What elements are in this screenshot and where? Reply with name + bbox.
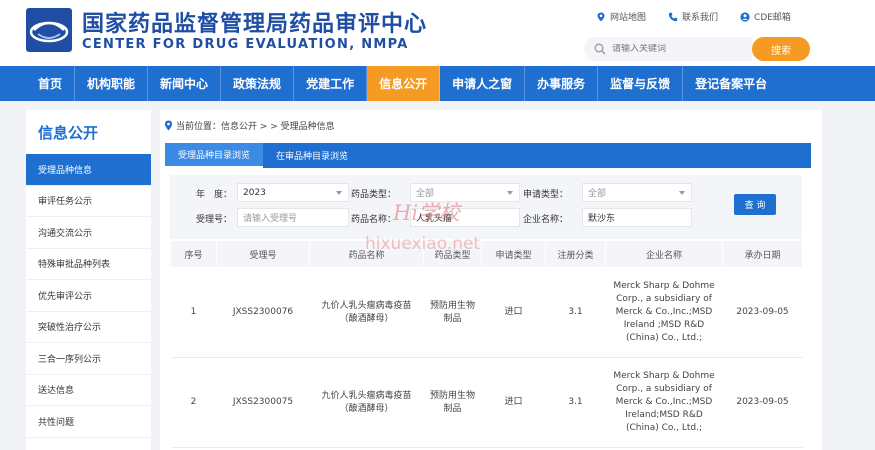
chevron-down-icon: [679, 191, 685, 195]
phone-icon: [668, 12, 678, 21]
table-row[interactable]: 2 JXSS2300075 九价人乳头瘤病毒疫苗（酿酒酵母） 预防用生物制品 进…: [170, 357, 803, 448]
sidebar-item-communication[interactable]: 沟通交流公示: [26, 217, 151, 249]
mail-link[interactable]: CDE邮箱: [740, 10, 791, 23]
col-header-index: 序号: [170, 240, 217, 268]
results-table: 序号 受理号 药品名称 药品类型 申请类型 注册分类 企业名称 承办日期 1 J…: [170, 240, 803, 448]
cell-date: 2023-09-05: [722, 267, 803, 358]
sitemap-link[interactable]: 网站地图: [596, 10, 646, 23]
cell-index: 2: [170, 357, 217, 448]
tab-under-review-catalog[interactable]: 在审品种目录浏览: [263, 143, 361, 168]
nav-item-feedback[interactable]: 监督与反馈: [598, 66, 684, 101]
drug-name-label: 药品名称：: [350, 215, 396, 225]
nav-item-party[interactable]: 党建工作: [294, 66, 368, 101]
site-header: 国家药品监督管理局药品审评中心 CENTER FOR DRUG EVALUATI…: [0, 0, 875, 66]
table-row[interactable]: 1 JXSS2300076 九价人乳头瘤病毒疫苗（酿酒酵母） 预防用生物制品 进…: [170, 267, 803, 358]
sidebar-item-review-tasks[interactable]: 审评任务公示: [26, 186, 151, 217]
site-title-en: CENTER FOR DRUG EVALUATION, NMPA: [82, 37, 409, 52]
company-input[interactable]: 默沙东: [582, 208, 692, 227]
table-header-row: 序号 受理号 药品名称 药品类型 申请类型 注册分类 企业名称 承办日期: [170, 240, 803, 268]
accept-no-label: 受理号：: [195, 215, 232, 225]
sidebar-item-common-issues[interactable]: 共性问题: [26, 406, 151, 438]
col-header-accept-no: 受理号: [216, 240, 310, 268]
query-button[interactable]: 查 询: [734, 194, 776, 215]
main-content: 当前位置：信息公开 > > 受理品种信息 受理品种目录浏览 在审品种目录浏览 年…: [160, 110, 822, 450]
cell-reg-class: 3.1: [545, 267, 606, 358]
breadcrumb: 当前位置：信息公开 > > 受理品种信息: [164, 119, 335, 132]
contact-link[interactable]: 联系我们: [668, 10, 718, 23]
tab-accepted-catalog[interactable]: 受理品种目录浏览: [165, 143, 264, 168]
sidebar-item-accepted-varieties[interactable]: 受理品种信息: [26, 154, 151, 186]
cell-accept-no: JXSS2300075: [216, 357, 310, 448]
sidebar: 信息公开 受理品种信息 审评任务公示 沟通交流公示 特殊审批品种列表 优先审评公…: [26, 110, 151, 450]
sidebar-item-three-in-one[interactable]: 三合一序列公示: [26, 343, 151, 375]
cell-apply-type: 进口: [481, 267, 546, 358]
nav-item-functions[interactable]: 机构职能: [75, 66, 149, 101]
sitemap-label: 网站地图: [610, 13, 647, 23]
cell-drug-type: 预防用生物制品: [423, 357, 482, 448]
cell-company: Merck Sharp & Dohme Corp., a subsidiary …: [605, 267, 723, 358]
contact-label: 联系我们: [682, 13, 719, 23]
cell-drug-name: 九价人乳头瘤病毒疫苗（酿酒酵母）: [309, 357, 424, 448]
sidebar-item-special-approval[interactable]: 特殊审批品种列表: [26, 249, 151, 280]
cell-date: 2023-09-05: [722, 357, 803, 448]
breadcrumb-text: 当前位置：信息公开 > > 受理品种信息: [176, 122, 335, 132]
sidebar-item-breakthrough[interactable]: 突破性治疗公示: [26, 312, 151, 343]
cell-reg-class: 3.1: [545, 357, 606, 448]
search-icon: [594, 43, 606, 55]
col-header-date: 承办日期: [722, 240, 803, 268]
col-header-reg-class: 注册分类: [545, 240, 606, 268]
accept-no-input[interactable]: 请输入受理号: [237, 208, 349, 227]
sidebar-title: 信息公开: [38, 123, 99, 142]
nav-item-applicant[interactable]: 申请人之窗: [440, 66, 526, 101]
watermark-url-text: hixuexiao.net: [365, 234, 481, 254]
year-value: 2023: [243, 187, 266, 198]
tab-bar: 受理品种目录浏览 在审品种目录浏览: [165, 143, 811, 168]
apply-type-select[interactable]: 全部: [582, 183, 692, 202]
top-links: 网站地图 联系我们 CDE邮箱: [596, 10, 813, 23]
year-label: 年 度：: [195, 190, 232, 200]
filter-panel: 年 度： 2023 药品类型： 全部 申请类型： 全部 受理号： 请输入受理号 …: [170, 175, 802, 239]
apply-type-value: 全部: [588, 189, 607, 199]
nav-item-news[interactable]: 新闻中心: [148, 66, 222, 101]
main-nav: 首页 机构职能 新闻中心 政策法规 党建工作 信息公开 申请人之窗 办事服务 监…: [0, 66, 875, 101]
col-header-company: 企业名称: [605, 240, 723, 268]
location-pin-icon: [597, 12, 605, 21]
watermark-logo-text: Hi学校: [393, 201, 461, 225]
apply-type-label: 申请类型：: [522, 190, 568, 200]
site-title-cn: 国家药品监督管理局药品审评中心: [82, 12, 428, 37]
year-select[interactable]: 2023: [237, 183, 349, 202]
col-header-apply-type: 申请类型: [481, 240, 546, 268]
sidebar-item-priority-review[interactable]: 优先审评公示: [26, 280, 151, 312]
user-icon: [740, 11, 750, 22]
nav-item-services[interactable]: 办事服务: [525, 66, 599, 101]
sidebar-item-delivery[interactable]: 送达信息: [26, 375, 151, 406]
company-label: 企业名称：: [522, 215, 568, 225]
drug-type-label: 药品类型：: [350, 190, 396, 200]
cell-company: Merck Sharp & Dohme Corp., a subsidiary …: [605, 357, 723, 448]
cell-accept-no: JXSS2300076: [216, 267, 310, 358]
search-button[interactable]: 搜索: [752, 37, 810, 61]
mail-label: CDE邮箱: [754, 13, 791, 23]
nmpa-logo-icon[interactable]: [26, 8, 72, 52]
cell-drug-type: 预防用生物制品: [423, 267, 482, 358]
nav-item-policy[interactable]: 政策法规: [221, 66, 295, 101]
cell-apply-type: 进口: [481, 357, 546, 448]
cell-index: 1: [170, 267, 217, 358]
search-box: [584, 37, 752, 61]
location-pin-icon: [164, 120, 173, 131]
search-input[interactable]: [612, 44, 742, 54]
nav-item-registration[interactable]: 登记备案平台: [683, 66, 779, 101]
nav-item-disclosure[interactable]: 信息公开: [367, 66, 441, 101]
nav-item-home[interactable]: 首页: [26, 66, 76, 101]
cell-drug-name: 九价人乳头瘤病毒疫苗（酿酒酵母）: [309, 267, 424, 358]
